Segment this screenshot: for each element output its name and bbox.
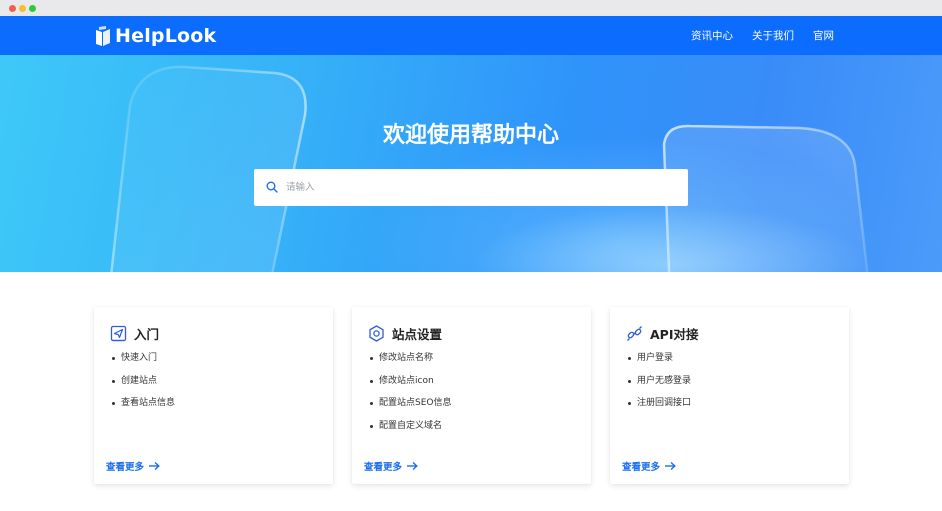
arrow-right-icon [407, 461, 418, 471]
view-more-link[interactable]: 查看更多 [364, 459, 418, 473]
list-item-label: 配置自定义域名 [379, 420, 443, 431]
window-close-dot[interactable] [9, 5, 16, 12]
bullet [112, 402, 115, 405]
hero-decorative-shape-left [110, 65, 307, 272]
list-item-label: 注册回调接口 [637, 398, 692, 408]
bullet [370, 424, 373, 428]
list-item-label: 用户无感登录 [637, 375, 692, 386]
list-item-label: 快速入门 [121, 353, 158, 363]
list-item-label: 修改站点icon [379, 375, 434, 386]
card-title: 站点设置 [392, 326, 443, 342]
search-input[interactable] [284, 169, 679, 206]
brand-name: HelpLook [115, 25, 217, 47]
browser-window-chrome [0, 0, 942, 16]
category-card-api: API对接 用户登录 用户无感登录 注册回调接口 查看更多 [610, 307, 849, 484]
bullet [370, 357, 373, 360]
list-item[interactable]: 配置站点SEO信息 [370, 396, 451, 419]
list-item-label: 配置站点SEO信息 [379, 398, 452, 408]
list-item[interactable]: 修改站点名称 [370, 351, 451, 374]
list-item[interactable]: 注册回调接口 [628, 396, 691, 419]
card-article-list: 修改站点名称 修改站点icon 配置站点SEO信息 配置自定义域名 [370, 351, 451, 441]
hero-title: 欢迎使用帮助中心 [382, 123, 559, 148]
hexagon-settings-icon [369, 324, 384, 342]
list-item[interactable]: 快速入门 [112, 351, 175, 374]
bullet [370, 379, 373, 383]
list-item-label: 创建站点 [121, 375, 158, 386]
bullet [628, 379, 631, 383]
view-more-label: 查看更多 [622, 462, 661, 473]
bullet [370, 402, 373, 405]
nav-link-news[interactable]: 资讯中心 [691, 28, 733, 43]
bullet [112, 357, 115, 360]
list-item[interactable]: 查看站点信息 [112, 396, 175, 419]
category-card-getting-started: 入门 快速入门 创建站点 查看站点信息 查看更多 [94, 307, 333, 484]
list-item-label: 用户登录 [637, 353, 674, 363]
book-logo-icon [96, 25, 110, 46]
list-item[interactable]: 修改站点icon [370, 374, 451, 397]
category-card-site-settings: 站点设置 修改站点名称 修改站点icon 配置站点SEO信息 配置自定义域名 查… [352, 307, 591, 484]
bullet [628, 357, 631, 360]
hero-banner: 欢迎使用帮助中心 [0, 55, 942, 272]
nav-link-about[interactable]: 关于我们 [752, 28, 794, 43]
arrow-right-icon [665, 461, 676, 471]
view-more-link[interactable]: 查看更多 [106, 459, 160, 473]
card-title: API对接 [650, 326, 699, 342]
send-icon [110, 325, 127, 341]
view-more-label: 查看更多 [106, 462, 145, 473]
card-title: 入门 [134, 326, 160, 342]
list-item[interactable]: 用户无感登录 [628, 374, 691, 397]
view-more-label: 查看更多 [364, 462, 403, 473]
list-item-label: 修改站点名称 [379, 353, 434, 363]
api-link-icon [627, 325, 642, 341]
card-header: 站点设置 [368, 323, 442, 343]
window-maximize-dot[interactable] [29, 5, 36, 12]
window-minimize-dot[interactable] [19, 5, 26, 12]
list-item[interactable]: 创建站点 [112, 374, 175, 397]
view-more-link[interactable]: 查看更多 [622, 459, 676, 473]
nav-links: 资讯中心 关于我们 官网 [672, 16, 834, 55]
search-box[interactable] [254, 169, 688, 206]
search-icon[interactable] [266, 181, 278, 193]
card-header: 入门 [110, 323, 159, 343]
card-article-list: 快速入门 创建站点 查看站点信息 [112, 351, 175, 419]
card-article-list: 用户登录 用户无感登录 注册回调接口 [628, 351, 691, 419]
list-item[interactable]: 配置自定义域名 [370, 419, 451, 442]
nav-link-website[interactable]: 官网 [813, 28, 834, 43]
bullet [112, 379, 115, 383]
list-item[interactable]: 用户登录 [628, 351, 691, 374]
card-header: API对接 [626, 323, 699, 343]
category-cards: 入门 快速入门 创建站点 查看站点信息 查看更多 站点设置 修改站点名称 修改站… [0, 272, 942, 511]
top-navbar: HelpLook 资讯中心 关于我们 官网 [0, 16, 942, 55]
list-item-label: 查看站点信息 [121, 398, 176, 408]
arrow-right-icon [149, 461, 160, 471]
brand-logo[interactable]: HelpLook [95, 23, 216, 49]
bullet [628, 402, 631, 405]
